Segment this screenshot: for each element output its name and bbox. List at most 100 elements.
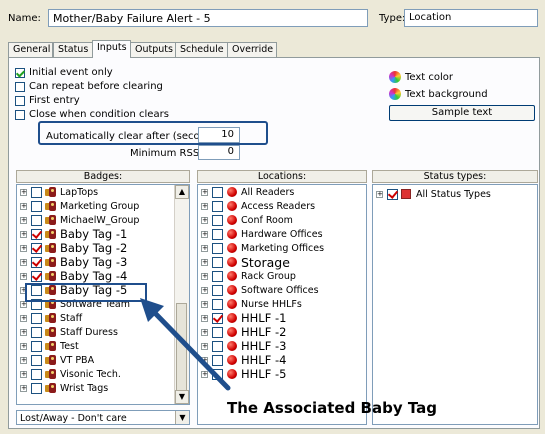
expand-icon[interactable]: + <box>20 329 27 336</box>
badge-label: Wrist Tags <box>60 383 109 394</box>
row-checkbox[interactable] <box>31 257 42 268</box>
sample-text-box: Sample text <box>389 105 535 121</box>
first-entry-checkbox[interactable] <box>15 96 25 106</box>
expand-icon[interactable]: + <box>20 231 27 238</box>
row-checkbox[interactable] <box>31 327 42 338</box>
expand-icon[interactable]: + <box>20 189 27 196</box>
badge-label: Visonic Tech. <box>60 369 121 380</box>
expand-icon[interactable]: + <box>201 245 208 252</box>
badge-group-icon <box>45 229 56 240</box>
close-when-clears-label: Close when condition clears <box>29 109 169 120</box>
min-rssi-input[interactable]: 0 <box>198 145 240 160</box>
row-checkbox[interactable] <box>212 243 223 254</box>
row-checkbox[interactable] <box>31 187 42 198</box>
row-checkbox[interactable] <box>31 313 42 324</box>
badge-group-icon <box>45 313 56 324</box>
min-rssi-label: Minimum RSSI: <box>130 148 206 159</box>
location-icon <box>227 257 237 267</box>
row-checkbox[interactable] <box>31 355 42 366</box>
badge-group-icon <box>45 201 56 212</box>
expand-icon[interactable]: + <box>20 371 27 378</box>
row-checkbox[interactable] <box>387 189 398 200</box>
row-checkbox[interactable] <box>212 257 223 268</box>
badge-group-icon <box>45 215 56 226</box>
row-checkbox[interactable] <box>212 215 223 226</box>
status-types-list[interactable]: + All Status Types <box>372 184 538 425</box>
row-checkbox[interactable] <box>212 187 223 198</box>
expand-icon[interactable]: + <box>20 217 27 224</box>
annotation-arrow-icon <box>140 298 231 391</box>
expand-icon[interactable]: + <box>201 203 208 210</box>
location-label: Hardware Offices <box>241 229 323 240</box>
location-label: Nurse HHLFs <box>241 299 302 310</box>
row-checkbox[interactable] <box>31 215 42 226</box>
tab-override[interactable]: Override <box>227 42 277 57</box>
expand-icon[interactable]: + <box>201 189 208 196</box>
location-icon <box>227 229 237 239</box>
status-type-icon <box>401 189 411 199</box>
expand-icon[interactable]: + <box>376 191 383 198</box>
tab-status[interactable]: Status <box>53 42 93 57</box>
expand-icon[interactable]: + <box>20 273 27 280</box>
badge-label: Baby Tag -2 <box>60 241 128 255</box>
row-checkbox[interactable] <box>31 229 42 240</box>
row-checkbox[interactable] <box>31 243 42 254</box>
row-checkbox[interactable] <box>212 271 223 282</box>
highlight-box-auto-clear <box>38 121 268 145</box>
palette-icon <box>389 88 401 100</box>
location-label: Access Readers <box>241 201 316 212</box>
badge-group-icon <box>45 341 56 352</box>
type-label: Type: <box>379 13 406 24</box>
badge-group-icon <box>45 355 56 366</box>
badge-group-icon <box>45 271 56 282</box>
status-types-header: Status types: <box>372 170 538 183</box>
scroll-up-icon[interactable]: ▲ <box>175 185 189 199</box>
badge-label: Test <box>60 341 79 352</box>
row-checkbox[interactable] <box>31 383 42 394</box>
expand-icon[interactable]: + <box>201 231 208 238</box>
expand-icon[interactable]: + <box>201 273 208 280</box>
location-icon <box>227 243 237 253</box>
tab-inputs[interactable]: Inputs <box>92 40 131 58</box>
row-checkbox[interactable] <box>212 201 223 212</box>
row-checkbox[interactable] <box>31 201 42 212</box>
badge-label: Baby Tag -3 <box>60 255 128 269</box>
tab-outputs[interactable]: Outputs <box>130 42 176 57</box>
expand-icon[interactable]: + <box>20 203 27 210</box>
expand-icon[interactable]: + <box>20 343 27 350</box>
locations-header: Locations: <box>197 170 367 183</box>
tab-schedule[interactable]: Schedule <box>175 42 228 57</box>
location-icon <box>227 187 237 197</box>
expand-icon[interactable]: + <box>201 217 208 224</box>
location-label: HHLF -5 <box>241 367 287 381</box>
can-repeat-checkbox[interactable] <box>15 82 25 92</box>
text-color-button[interactable]: Text color <box>405 72 453 83</box>
row-checkbox[interactable] <box>31 369 42 380</box>
badge-filter-select[interactable]: Lost/Away - Don't care ▼ <box>16 410 190 425</box>
location-label: Conf Room <box>241 215 293 226</box>
chevron-down-icon[interactable]: ▼ <box>175 411 189 424</box>
highlight-box-baby-tag <box>25 283 147 302</box>
badge-label: Baby Tag -4 <box>60 269 128 283</box>
badge-label: LapTops <box>60 187 99 198</box>
expand-icon[interactable]: + <box>20 259 27 266</box>
expand-icon[interactable]: + <box>20 357 27 364</box>
row-checkbox[interactable] <box>31 341 42 352</box>
expand-icon[interactable]: + <box>20 301 27 308</box>
expand-icon[interactable]: + <box>20 385 27 392</box>
text-background-button[interactable]: Text background <box>405 89 488 100</box>
expand-icon[interactable]: + <box>20 315 27 322</box>
badges-header: Badges: <box>16 170 190 183</box>
close-when-clears-checkbox[interactable] <box>15 110 25 120</box>
tab-general[interactable]: General <box>8 42 53 57</box>
name-label: Name: <box>8 13 41 24</box>
name-input[interactable]: Mother/Baby Failure Alert - 5 <box>48 9 368 27</box>
row-checkbox[interactable] <box>212 229 223 240</box>
initial-event-label: Initial event only <box>29 67 113 78</box>
expand-icon[interactable]: + <box>20 245 27 252</box>
location-label: HHLF -3 <box>241 339 287 353</box>
expand-icon[interactable]: + <box>201 259 208 266</box>
row-checkbox[interactable] <box>31 271 42 282</box>
badge-group-icon <box>45 187 56 198</box>
initial-event-checkbox[interactable] <box>15 68 25 78</box>
